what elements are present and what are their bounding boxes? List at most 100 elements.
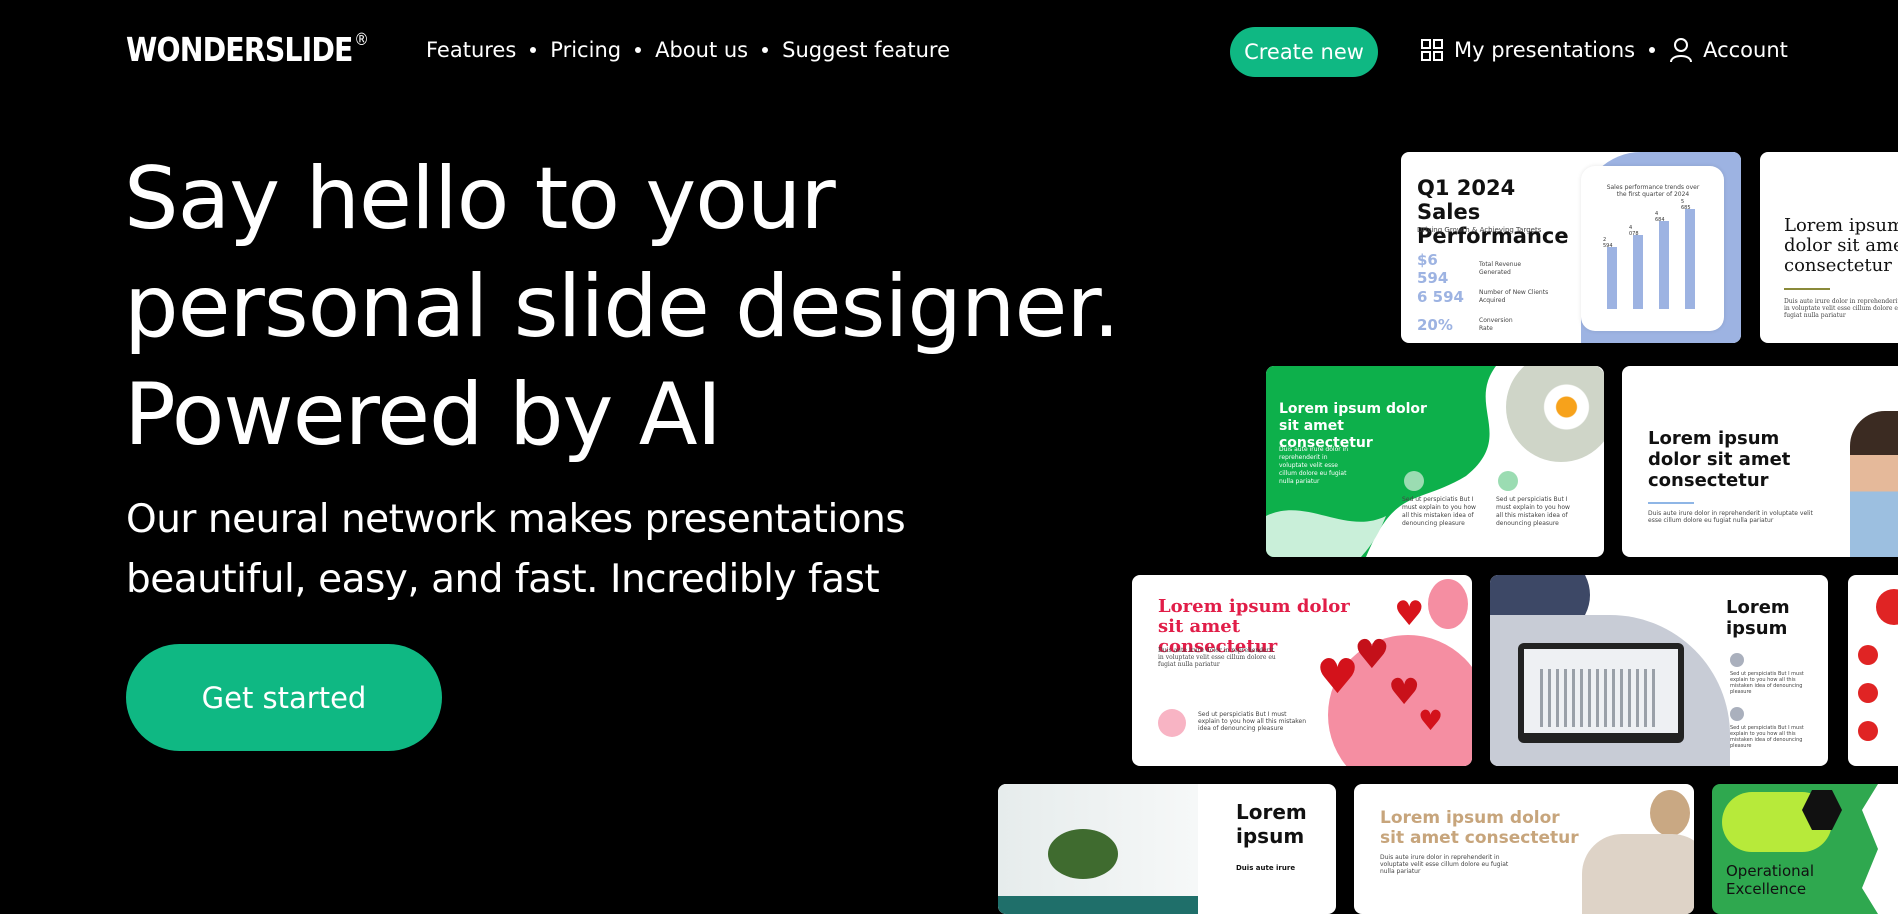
slide-title: Lorem ipsum xyxy=(1236,800,1307,848)
nav-separator xyxy=(1649,47,1656,53)
heart-balloon: ♥ xyxy=(1388,672,1421,713)
nav-separator xyxy=(530,47,537,53)
slide-subtitle: Driving Growth & Achieving Targets xyxy=(1417,226,1542,234)
feature-icon xyxy=(1498,471,1518,491)
stat-value: 20% xyxy=(1417,316,1453,334)
stat-label: Number of New Clients Acquired xyxy=(1479,289,1549,304)
slide-title: Lorem ipsum dolor sit amet consectetur xyxy=(1279,401,1427,451)
bar: 2 594 xyxy=(1603,237,1617,309)
bar: 4 684 xyxy=(1655,211,1669,309)
nav-separator xyxy=(635,47,642,53)
feature-text: Sed ut perspiciatis But I must explain t… xyxy=(1198,711,1307,732)
slide-thumbnail-balloons[interactable]: Lorem ipsum dolor sit amet consectetur D… xyxy=(1132,575,1472,766)
chart-caption: Sales performance trends over the first … xyxy=(1606,184,1700,198)
slide-thumbnail-serif[interactable]: Lorem ipsum dolor sit amet consectetur D… xyxy=(1760,152,1898,343)
slide-thumbnail-portrait[interactable]: Lorem ipsum dolor sit amet consectetur D… xyxy=(1622,366,1898,557)
slide-thumbnail-sales[interactable]: Q1 2024 Sales Performance Driving Growth… xyxy=(1401,152,1741,343)
user-nav: My presentations Account xyxy=(1420,37,1788,63)
slide-thumbnail-beige[interactable]: Lorem ipsum dolor sit amet consectetur D… xyxy=(1354,784,1694,914)
feature-icon xyxy=(1858,645,1878,665)
heart-balloon: ♥ xyxy=(1418,704,1444,737)
plant-image xyxy=(998,784,1198,914)
feature-icon xyxy=(1730,653,1744,667)
heart-balloon: ♥ xyxy=(1316,649,1360,705)
white-panel xyxy=(1862,784,1898,914)
logo[interactable]: WONDERSLIDE ® xyxy=(126,30,369,69)
stat-value: 6 594 xyxy=(1417,288,1464,306)
bar-label: 2 594 xyxy=(1603,237,1613,249)
slide-body: Duis aute irure dolor in reprehenderit i… xyxy=(1648,510,1813,524)
divider xyxy=(1784,288,1830,290)
slide-body: Duis aute irure dolor in reprehenderit i… xyxy=(1158,647,1276,668)
stat-label: Conversion Rate xyxy=(1479,317,1513,332)
my-presentations-link[interactable]: My presentations xyxy=(1420,38,1635,62)
slide-thumbnail-plant[interactable]: Lorem ipsum Duis aute irure xyxy=(998,784,1336,914)
slide-title: Lorem ipsum dolor sit amet consectetur xyxy=(1784,215,1898,276)
create-new-button[interactable]: Create new xyxy=(1230,27,1378,77)
hero-title-line: Say hello to your xyxy=(124,149,836,249)
feature-icon xyxy=(1404,471,1424,491)
stat-value: $6 594 xyxy=(1417,251,1449,287)
feature-text: Sed ut perspiciatis But I must explain t… xyxy=(1730,671,1804,695)
hero-subtitle-line: beautiful, easy, and fast. Incredibly fa… xyxy=(126,557,880,602)
nav-about-us[interactable]: About us xyxy=(655,38,748,62)
stat-row: 6 594 Number of New Clients Acquired xyxy=(1417,283,1549,311)
grid-icon xyxy=(1421,39,1443,61)
main-nav: Features Pricing About us Suggest featur… xyxy=(426,38,950,62)
my-presentations-label: My presentations xyxy=(1454,38,1636,62)
slide-thumbnail-red-icons[interactable] xyxy=(1848,575,1898,766)
divider xyxy=(1648,502,1694,504)
nav-separator xyxy=(762,47,769,53)
hero-subtitle: Our neural network makes presentations b… xyxy=(126,490,906,610)
bar: 5 685 xyxy=(1681,199,1695,309)
slide-body: Duis aute irure dolor in reprehenderit i… xyxy=(1279,446,1349,485)
hero-title-line: personal slide designer. xyxy=(124,257,1120,357)
account-label: Account xyxy=(1703,38,1788,62)
stat-list: $6 594 Total Revenue Generated 6 594 Num… xyxy=(1417,251,1549,339)
nav-pricing[interactable]: Pricing xyxy=(550,38,621,62)
feature-icon xyxy=(1730,707,1744,721)
feature-text: Sed ut perspiciatis But I must explain t… xyxy=(1402,496,1476,527)
user-icon xyxy=(1670,38,1693,63)
slide-title: Lorem ipsum dolor sit amet consectetur xyxy=(1648,428,1791,491)
portrait-image xyxy=(1850,411,1898,557)
feature-icon xyxy=(1858,683,1878,703)
laptop-image xyxy=(1518,643,1684,743)
slide-body: Duis aute irure dolor in reprehenderit i… xyxy=(1784,298,1898,319)
feature-icon xyxy=(1876,589,1898,625)
nav-suggest-feature[interactable]: Suggest feature xyxy=(782,38,950,62)
nav-features[interactable]: Features xyxy=(426,38,516,62)
hero-title: Say hello to your personal slide designe… xyxy=(124,145,1120,469)
feature-text: Sed ut perspiciatis But I must explain t… xyxy=(1730,725,1804,749)
stat-row: $6 594 Total Revenue Generated xyxy=(1417,251,1549,287)
slide-item-title: Duis aute irure xyxy=(1236,864,1296,872)
hero-subtitle-line: Our neural network makes presentations xyxy=(126,497,906,542)
heart-balloon: ♥ xyxy=(1394,594,1425,634)
slide-title: Lorem ipsum dolor sit amet consectetur xyxy=(1380,808,1579,848)
slide-title: Operational Excellence xyxy=(1726,862,1815,898)
shoe-image xyxy=(1582,834,1694,914)
get-started-button[interactable]: Get started xyxy=(126,644,442,751)
account-link[interactable]: Account xyxy=(1669,37,1788,63)
slide-thumbnail-green[interactable]: Lorem ipsum dolor sit amet consectetur D… xyxy=(1266,366,1604,557)
feature-icon xyxy=(1858,721,1878,741)
beige-shape xyxy=(1650,790,1690,836)
feature-text: Sed ut perspiciatis But I must explain t… xyxy=(1496,496,1570,527)
slide-thumbnail-laptop[interactable]: Lorem ipsum Sed ut perspiciatis But I mu… xyxy=(1490,575,1828,766)
feature-icon xyxy=(1158,709,1186,737)
bar-chart: 2 594 4 078 4 684 5 685 xyxy=(1603,199,1695,309)
stat-row: 20% Conversion Rate xyxy=(1417,311,1549,339)
bar-label: 5 685 xyxy=(1681,199,1691,211)
bar-label: 4 078 xyxy=(1629,225,1639,237)
bar-label: 4 684 xyxy=(1655,211,1665,223)
stat-label: Total Revenue Generated xyxy=(1479,261,1522,276)
slide-thumbnail-sneaker[interactable]: Operational Excellence xyxy=(1712,784,1898,914)
slide-title: Q1 2024 Sales Performance xyxy=(1417,176,1569,248)
slide-title: Lorem ipsum xyxy=(1726,597,1790,639)
heart-balloon: ♥ xyxy=(1354,632,1390,678)
chart-panel: Sales performance trends over the first … xyxy=(1581,166,1724,331)
slide-body: Duis aute irure dolor in reprehenderit i… xyxy=(1380,854,1509,875)
hero-title-line: Powered by AI xyxy=(124,365,722,465)
pink-blob xyxy=(1428,579,1468,629)
bar: 4 078 xyxy=(1629,225,1643,309)
